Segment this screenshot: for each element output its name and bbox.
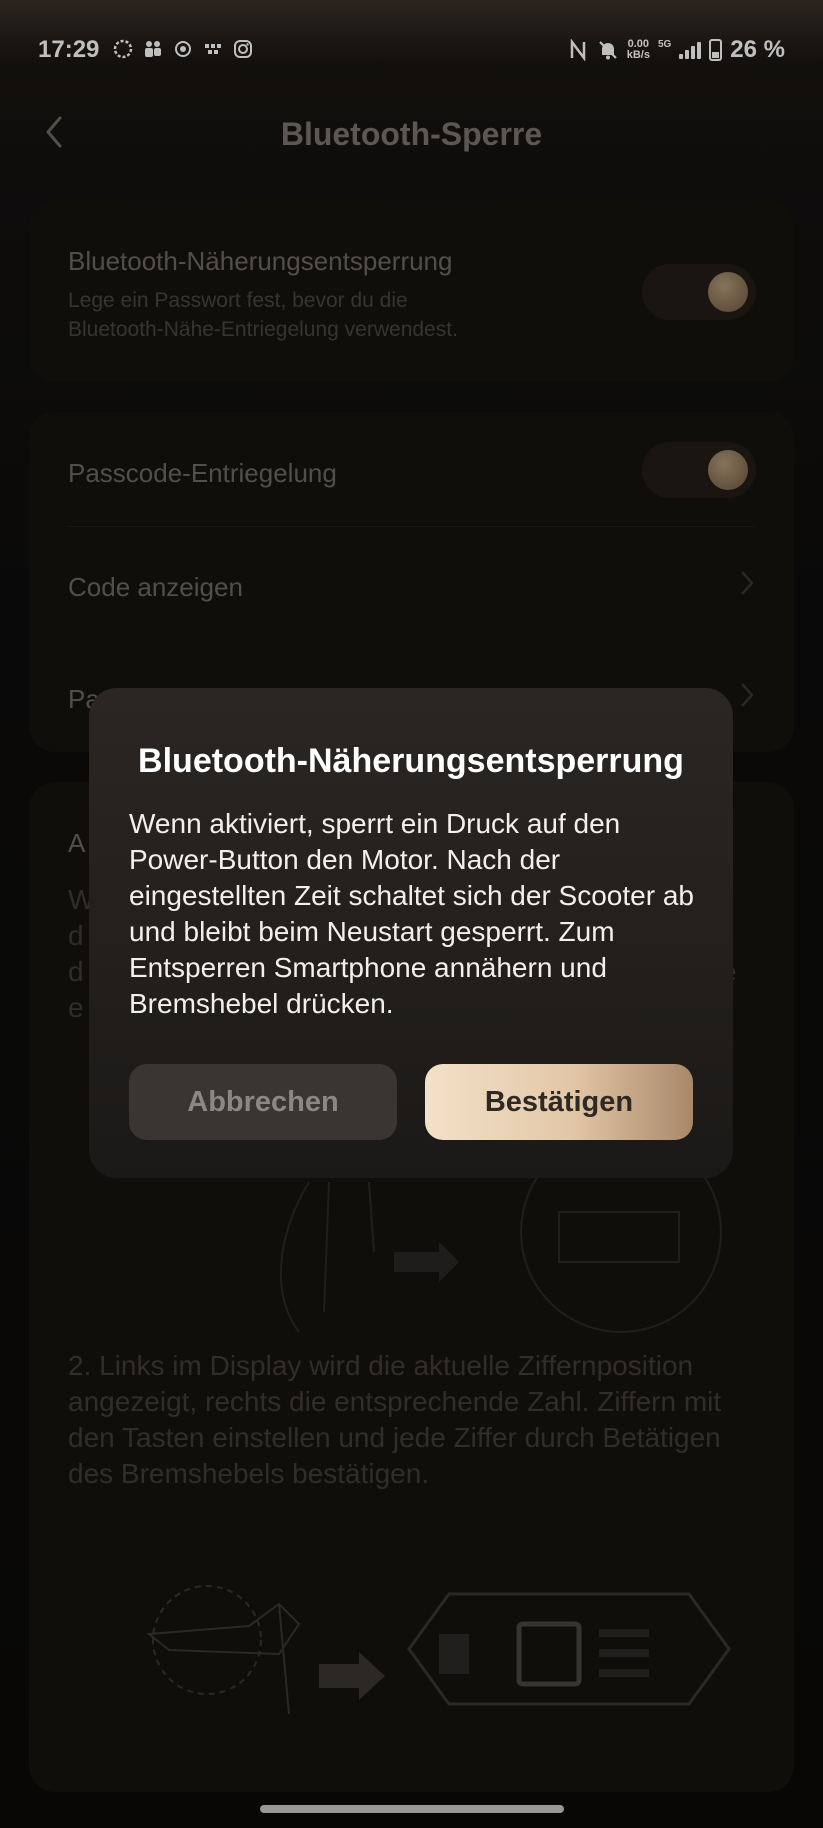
dialog-title: Bluetooth-Näherungsentsperrung (138, 742, 684, 780)
dialog-body: Wenn aktiviert, sperrt ein Druck auf den… (129, 808, 694, 1019)
home-indicator[interactable] (260, 1805, 564, 1813)
confirm-button[interactable]: Bestätigen (425, 1064, 693, 1140)
cancel-button[interactable]: Abbrechen (129, 1064, 397, 1140)
confirm-dialog: Bluetooth-Näherungsentsperrung Wenn akti… (89, 688, 733, 1178)
app-screen: 17:29 0.00 kB/s 5G 26 % Bluetooth-Sperre… (0, 0, 823, 1828)
